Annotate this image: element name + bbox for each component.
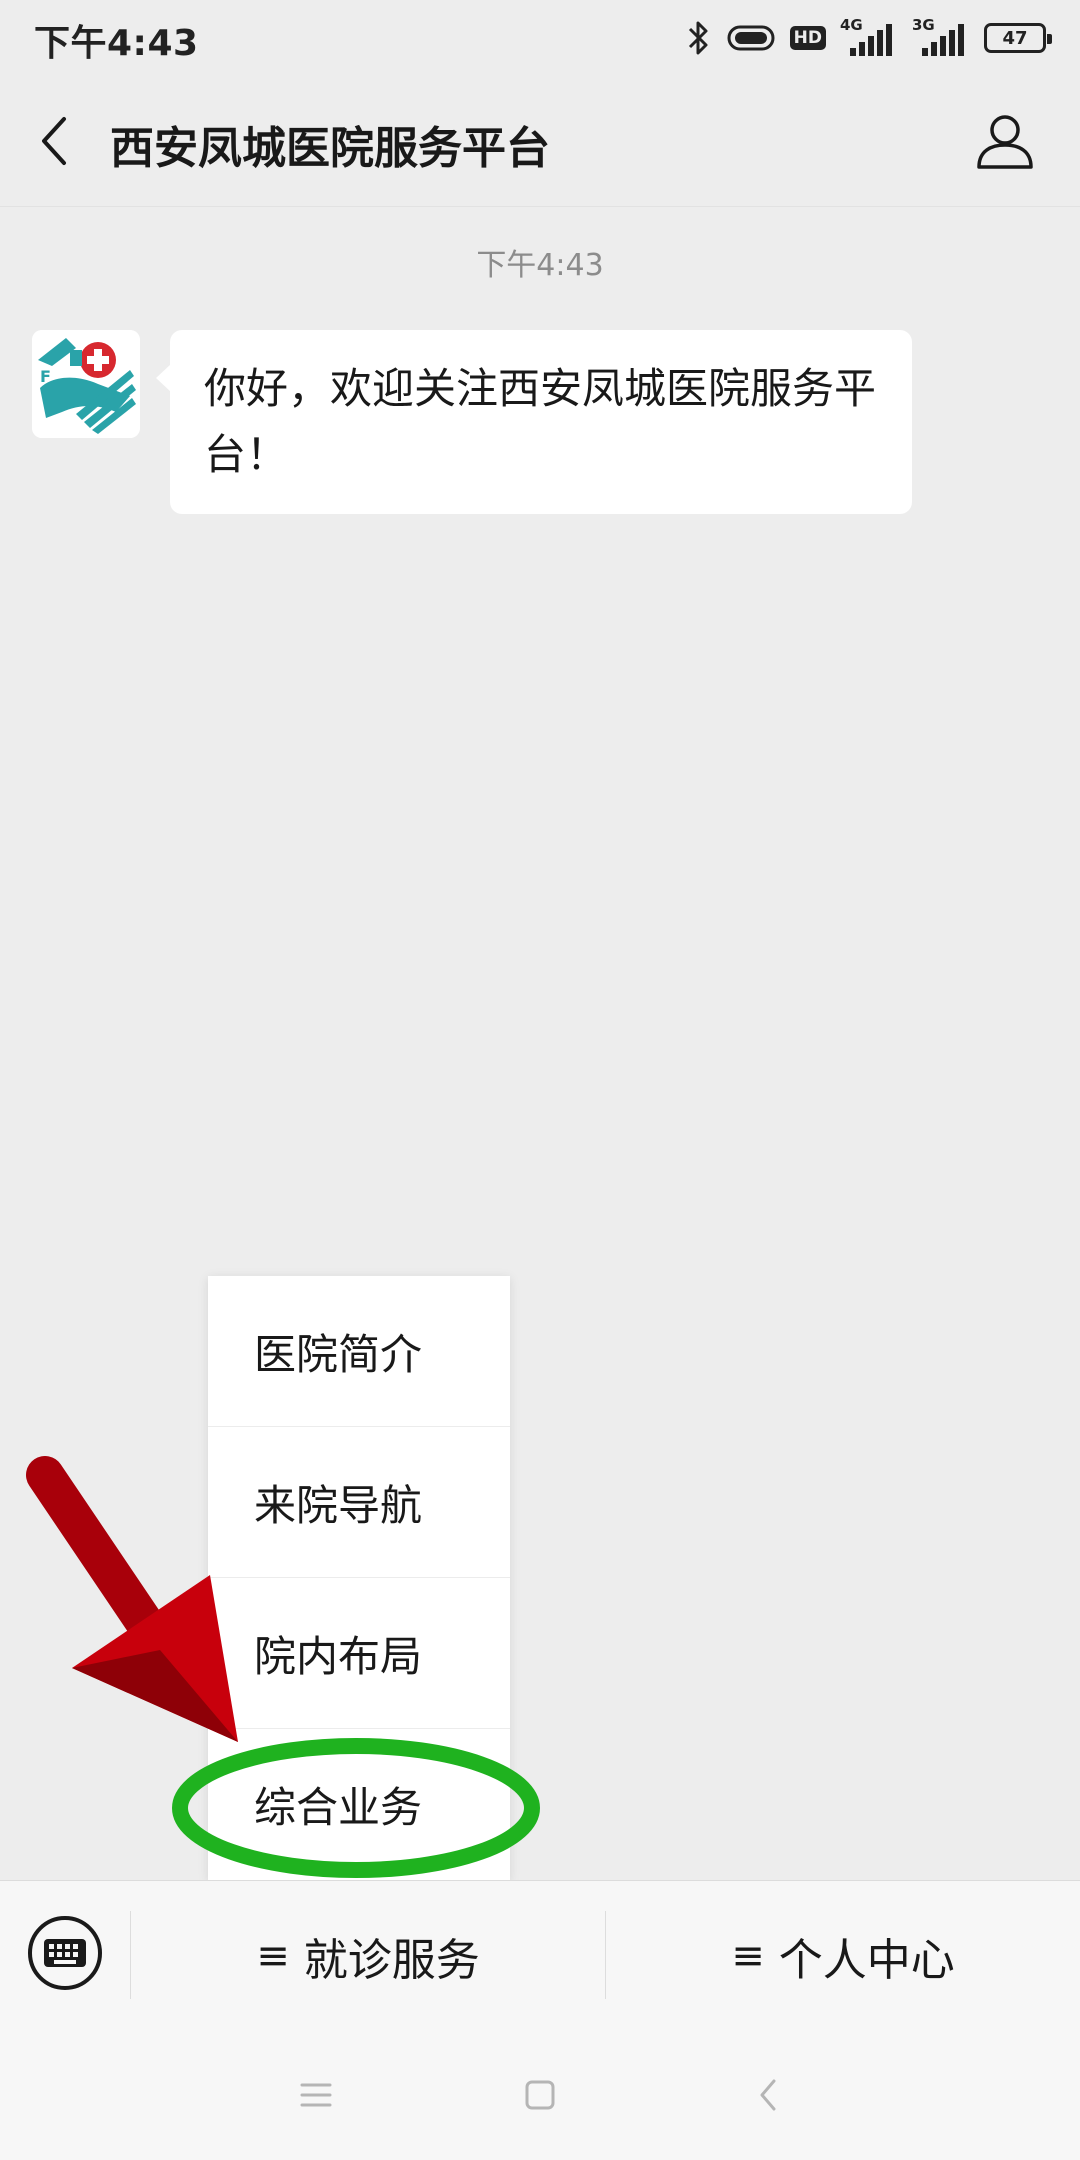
menu-button-medical-services[interactable]: ≡ 就诊服务 bbox=[131, 1881, 605, 2031]
bluetooth-icon bbox=[686, 19, 712, 57]
battery-icon: 47 bbox=[984, 23, 1052, 53]
menu-lines-icon: ≡ bbox=[256, 1933, 290, 1979]
menu-button-personal-center[interactable]: ≡ 个人中心 bbox=[606, 1881, 1080, 2031]
profile-button[interactable] bbox=[970, 106, 1040, 176]
person-icon bbox=[977, 115, 1033, 169]
system-nav-bar bbox=[0, 2030, 1080, 2160]
hd-badge: HD bbox=[789, 26, 826, 50]
status-time: 下午4:43 bbox=[34, 23, 199, 64]
recent-apps-button[interactable] bbox=[286, 2070, 346, 2120]
menu-button-label: 就诊服务 bbox=[303, 1935, 480, 1986]
battery-level: 47 bbox=[1002, 27, 1028, 49]
menu-item-label: 综合业务 bbox=[254, 1783, 423, 1832]
back-button[interactable] bbox=[24, 104, 84, 178]
vibrate-icon bbox=[726, 21, 776, 55]
signal-4g-icon: 4G bbox=[840, 16, 898, 58]
chevron-left-icon bbox=[42, 117, 66, 165]
menu-item-general-services[interactable]: 综合业务 bbox=[208, 1729, 510, 1880]
bottom-menu-bar: ≡ 就诊服务 ≡ 个人中心 bbox=[0, 1880, 1080, 2031]
menu-item-hospital-layout[interactable]: 院内布局 bbox=[208, 1578, 510, 1729]
signal-3g-icon: 3G bbox=[912, 16, 970, 58]
submenu-popup: 医院简介 来院导航 院内布局 综合业务 bbox=[208, 1276, 510, 1880]
message-bubble[interactable]: 你好，欢迎关注西安凤城医院服务平台！ bbox=[156, 330, 912, 514]
nav-bar: 西安凤城医院服务平台 bbox=[0, 76, 1080, 207]
avatar[interactable]: F bbox=[32, 330, 140, 438]
page-title: 西安凤城医院服务平台 bbox=[110, 123, 550, 174]
keyboard-toggle-button[interactable] bbox=[28, 1916, 102, 1990]
chevron-left-icon bbox=[760, 2079, 776, 2111]
menu-item-navigation[interactable]: 来院导航 bbox=[208, 1427, 510, 1578]
menu-button-label: 个人中心 bbox=[778, 1935, 955, 1986]
message-text: 你好，欢迎关注西安凤城医院服务平台！ bbox=[204, 364, 877, 479]
svg-text:F: F bbox=[40, 367, 51, 386]
annotation-overlay bbox=[26, 1456, 540, 1878]
chat-timestamp: 下午4:43 bbox=[476, 248, 604, 283]
keyboard-icon bbox=[44, 1939, 86, 1967]
status-icons: HD 4G 3G 47 bbox=[686, 16, 1052, 60]
menu-lines-icon bbox=[300, 2083, 332, 2107]
system-back-button[interactable] bbox=[738, 2070, 798, 2120]
menu-item-label: 来院导航 bbox=[254, 1480, 423, 1530]
menu-lines-icon: ≡ bbox=[731, 1933, 765, 1979]
menu-item-label: 院内布局 bbox=[254, 1631, 423, 1681]
hospital-logo-icon: F bbox=[32, 330, 140, 438]
menu-item-hospital-intro[interactable]: 医院简介 bbox=[208, 1276, 510, 1427]
home-button[interactable] bbox=[510, 2070, 570, 2120]
status-bar: 下午4:43 HD 4G 3G 47 bbox=[0, 0, 1080, 76]
menu-item-label: 医院简介 bbox=[254, 1329, 423, 1379]
square-home-icon bbox=[525, 2080, 555, 2110]
